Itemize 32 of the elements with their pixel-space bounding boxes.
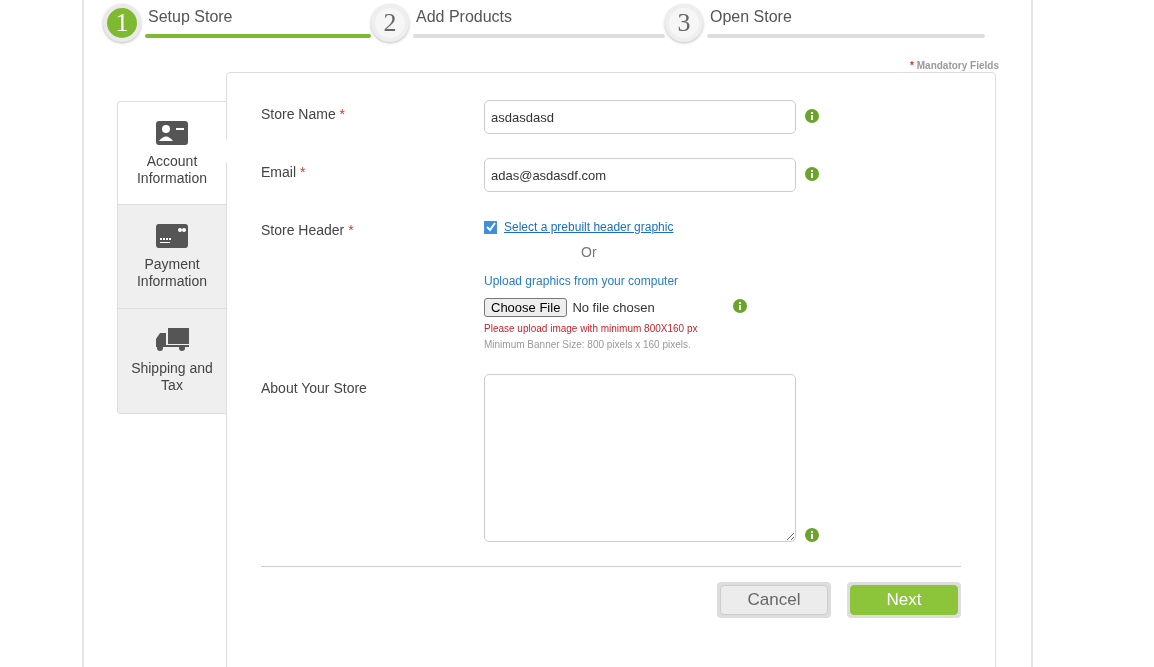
checkbox[interactable] — [484, 220, 497, 234]
step-label: Open Store — [710, 8, 793, 27]
sidebar-tab[interactable]: Payment Information — [117, 205, 226, 309]
field-label: Store Name * — [261, 105, 347, 122]
choose-file-button[interactable]: Choose File — [484, 298, 568, 317]
mandatory-fields-note: * Mandatory Fields — [910, 60, 999, 71]
step-number: 2 — [371, 4, 409, 42]
step-label: Add Products — [416, 8, 514, 27]
field-label: About Your Store — [261, 379, 368, 396]
truck-icon — [155, 328, 189, 352]
text-field[interactable]: adas@asdasdf.com — [484, 158, 796, 192]
credit-card-icon — [156, 224, 188, 248]
hint-text: Minimum Banner Size: 800 pixels x 160 pixels. — [484, 339, 692, 350]
info-icon — [805, 528, 819, 542]
field-label: Store Header * — [261, 221, 355, 238]
field-label: Email * — [261, 163, 307, 180]
cancel-button[interactable]: Cancel — [720, 585, 828, 615]
step-label: Setup Store — [148, 8, 234, 27]
sidebar-tab[interactable]: Shipping and Tax — [117, 309, 226, 414]
upload-text: Upload graphics from your computer — [484, 274, 680, 288]
step-number: 3 — [665, 4, 703, 42]
info-icon — [732, 298, 747, 313]
text-field[interactable]: asdasdasd — [484, 100, 796, 134]
or-text: Or — [580, 243, 598, 260]
step-number: 1 — [103, 4, 141, 42]
file-status: No file chosen — [572, 300, 655, 315]
error-message: Please upload image with minimum 800X160 px — [484, 323, 699, 334]
sidebar-tab[interactable]: Account Information — [117, 101, 226, 205]
info-icon — [805, 109, 819, 123]
info-icon — [805, 167, 819, 181]
contact-card-icon — [156, 121, 188, 145]
prebuilt-header-link[interactable]: Select a prebuilt header graphic — [504, 220, 674, 234]
